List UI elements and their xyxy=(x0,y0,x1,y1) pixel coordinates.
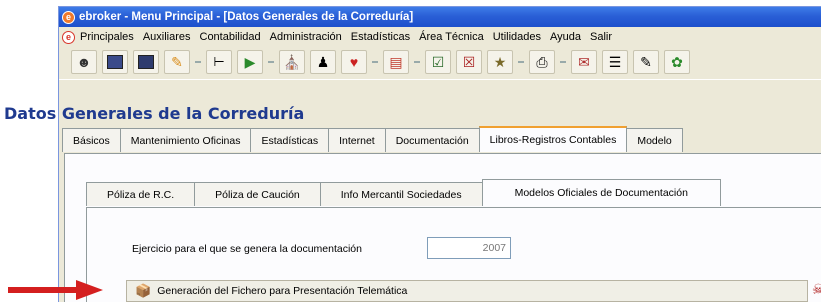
export-icon[interactable]: ▶ xyxy=(237,50,263,74)
generate-file-button[interactable]: 📦 Generación del Fichero para Presentaci… xyxy=(126,280,808,302)
heart-icon[interactable]: ♥ xyxy=(341,50,367,74)
money-icon[interactable]: ★ xyxy=(487,50,513,74)
tab-estadisticas[interactable]: Estadísticas xyxy=(250,128,330,152)
split-icon[interactable]: ⊢ xyxy=(206,50,232,74)
person-icon[interactable]: ♟ xyxy=(310,50,336,74)
print-icon[interactable]: ⎙ xyxy=(529,50,555,74)
menu-logo-icon[interactable]: e xyxy=(62,30,75,44)
policy-icon[interactable] xyxy=(102,50,128,74)
app-logo-icon: e xyxy=(62,10,75,24)
side-tool-icon[interactable]: ☠ xyxy=(812,281,821,298)
red-arrow-annotation xyxy=(8,280,103,300)
toolbar-separator xyxy=(268,61,274,63)
tab-poliza-caucion[interactable]: Póliza de Caución xyxy=(194,182,321,206)
form-title: Datos Generales de la Correduría xyxy=(4,104,305,123)
building-icon[interactable]: ⛪ xyxy=(279,50,305,74)
tab-libros-registros-contables[interactable]: Libros-Registros Contables xyxy=(478,126,628,152)
toolbar-separator xyxy=(518,61,524,63)
menu-utilidades[interactable]: Utilidades xyxy=(493,31,541,43)
menu-area-tecnica[interactable]: Área Técnica xyxy=(419,31,484,43)
menu-administracion[interactable]: Administración xyxy=(270,31,342,43)
menu-bar: e Principales Auxiliares Contabilidad Ad… xyxy=(59,28,821,46)
tools-icon[interactable]: ✎ xyxy=(164,50,190,74)
tab-basicos[interactable]: Básicos xyxy=(62,128,121,152)
toolbar-separator xyxy=(195,61,201,63)
tab-internet[interactable]: Internet xyxy=(328,128,386,152)
window-title: ebroker - Menu Principal - [Datos Genera… xyxy=(79,11,414,23)
leaf-icon[interactable]: ✿ xyxy=(664,50,690,74)
edit-icon[interactable]: ✎ xyxy=(633,50,659,74)
toolbar-separator xyxy=(372,61,378,63)
toolbar: ☻ ✎ ⊢ ▶ ⛪ ♟ ♥ ▤ ☑ ☒ ★ ⎙ ✉ ☰ ✎ ✿ xyxy=(59,47,821,77)
tab-info-mercantil[interactable]: Info Mercantil Sociedades xyxy=(319,182,483,206)
check-icon[interactable]: ☑ xyxy=(425,50,451,74)
tab-documentacion[interactable]: Documentación xyxy=(384,128,480,152)
menu-ayuda[interactable]: Ayuda xyxy=(550,31,581,43)
cancel-icon[interactable]: ☒ xyxy=(456,50,482,74)
ejercicio-label: Ejercicio para el que se genera la docum… xyxy=(132,243,362,255)
menu-principales[interactable]: Principales xyxy=(80,31,134,43)
tab-modelos-oficiales[interactable]: Modelos Oficiales de Documentación xyxy=(481,179,721,206)
chart-icon[interactable]: ▤ xyxy=(383,50,409,74)
tab-mantenimiento-oficinas[interactable]: Mantenimiento Oficinas xyxy=(119,128,252,152)
tab-modelo[interactable]: Modelo xyxy=(626,128,683,152)
main-tabs: Básicos Mantenimiento Oficinas Estadísti… xyxy=(62,126,683,154)
tab-poliza-rc[interactable]: Póliza de R.C. xyxy=(86,182,196,206)
menu-auxiliares[interactable]: Auxiliares xyxy=(143,31,191,43)
generate-file-label: Generación del Fichero para Presentación… xyxy=(157,285,408,297)
ejercicio-input[interactable] xyxy=(427,237,511,259)
toolbar-separator xyxy=(414,61,420,63)
folders-icon[interactable]: ☰ xyxy=(602,50,628,74)
generate-file-icon: 📦 xyxy=(135,283,152,298)
menu-salir[interactable]: Salir xyxy=(590,31,612,43)
menu-contabilidad[interactable]: Contabilidad xyxy=(200,31,261,43)
user-help-icon[interactable]: ☻ xyxy=(71,50,97,74)
menu-estadisticas[interactable]: Estadísticas xyxy=(351,31,410,43)
mail-icon[interactable]: ✉ xyxy=(571,50,597,74)
receipts-icon[interactable] xyxy=(133,50,159,74)
title-bar[interactable]: e ebroker - Menu Principal - [Datos Gene… xyxy=(59,7,821,27)
sub-tabs: Póliza de R.C. Póliza de Caución Info Me… xyxy=(86,179,721,208)
toolbar-separator xyxy=(560,61,566,63)
